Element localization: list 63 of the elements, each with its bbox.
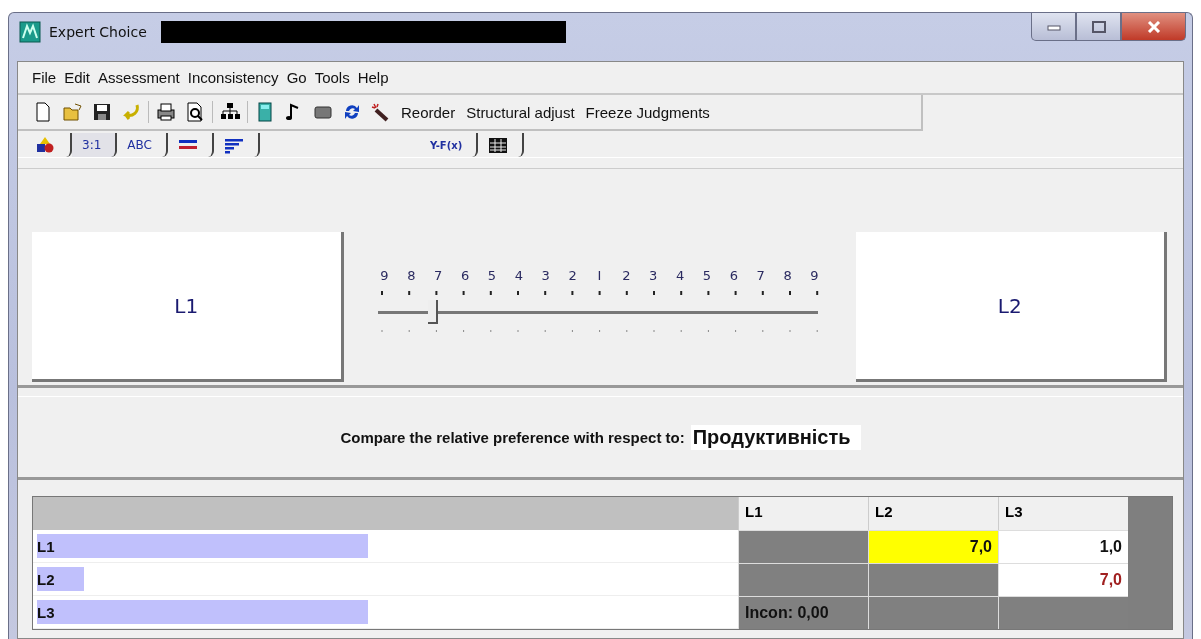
scale-number: 7 [755, 267, 766, 283]
scale-number: 4 [675, 267, 686, 283]
goal-name: Продуктивність [690, 424, 861, 450]
inconsistency-ratio: Incon: 0,00 [738, 596, 868, 629]
close-icon [1146, 20, 1161, 33]
refresh-icon [342, 102, 362, 122]
printer-button[interactable] [154, 100, 178, 124]
folder-button[interactable] [61, 100, 85, 124]
scale-number: 9 [379, 267, 390, 283]
scale-number: 4 [513, 267, 524, 283]
table-icon [488, 135, 509, 155]
maximize-button[interactable] [1076, 13, 1121, 41]
scale-number: 7 [433, 267, 444, 283]
menu-item[interactable]: File [32, 69, 57, 86]
magic-wand-icon [371, 102, 391, 122]
print-preview-icon [185, 102, 205, 122]
toolbar-command[interactable]: Freeze Judgments [582, 103, 713, 121]
menu-item[interactable]: Go [286, 69, 307, 86]
printer-icon [156, 102, 176, 122]
scale-number: 8 [406, 267, 417, 283]
column-header: L1 [738, 497, 868, 530]
scale-number: 2 [567, 267, 578, 283]
slider-track[interactable] [377, 299, 818, 326]
scale-number: 8 [782, 267, 793, 283]
app-icon [19, 21, 41, 43]
scale-number: 3 [540, 267, 551, 283]
scale-number: 2 [621, 267, 632, 283]
menu-item[interactable]: Inconsistency [187, 69, 279, 86]
close-button[interactable] [1121, 13, 1186, 41]
scale-number: 5 [486, 267, 498, 283]
column-header: L3 [998, 497, 1128, 530]
maximize-icon [1091, 20, 1106, 33]
prompt-text: Compare the relative preference with respect to: [340, 428, 685, 446]
scale-number: 3 [648, 267, 659, 283]
scale-number: 6 [728, 267, 739, 283]
scale-number: 6 [460, 267, 471, 283]
element-box: L2 [855, 232, 1167, 382]
shapes-icon [36, 135, 56, 155]
menu-item[interactable]: Edit [64, 69, 91, 86]
menu-item[interactable]: Help [357, 69, 389, 86]
minimize-button[interactable] [1031, 13, 1076, 41]
menu-item[interactable]: Tools [314, 69, 350, 86]
judgment-cell[interactable]: 7,0 [868, 530, 998, 563]
judgment-cell[interactable]: 1,0 [998, 530, 1128, 563]
calculator-icon [255, 102, 275, 122]
window-title: Expert Choice [49, 24, 147, 40]
folder-icon [63, 102, 83, 122]
scale-number: 5 [701, 267, 713, 283]
minimize-icon [1046, 22, 1061, 31]
toolbar-command[interactable]: Structural adjust [463, 103, 578, 121]
menu-item[interactable]: Assessment [98, 69, 180, 86]
row-label: L2 [37, 570, 55, 588]
scale-number: I [596, 267, 603, 283]
element-box: L1 [32, 232, 344, 382]
toolbar-command[interactable]: Reorder [398, 103, 459, 121]
row-label: L1 [37, 537, 55, 555]
hierarchy-icon [220, 102, 240, 122]
row-label: L3 [37, 603, 55, 621]
scale-number: 9 [809, 267, 820, 283]
column-header: L2 [868, 497, 998, 530]
curved-arrow-icon [121, 102, 141, 122]
tab[interactable]: 3:1 [72, 133, 118, 157]
judgment-cell[interactable]: 7,0 [998, 563, 1128, 596]
